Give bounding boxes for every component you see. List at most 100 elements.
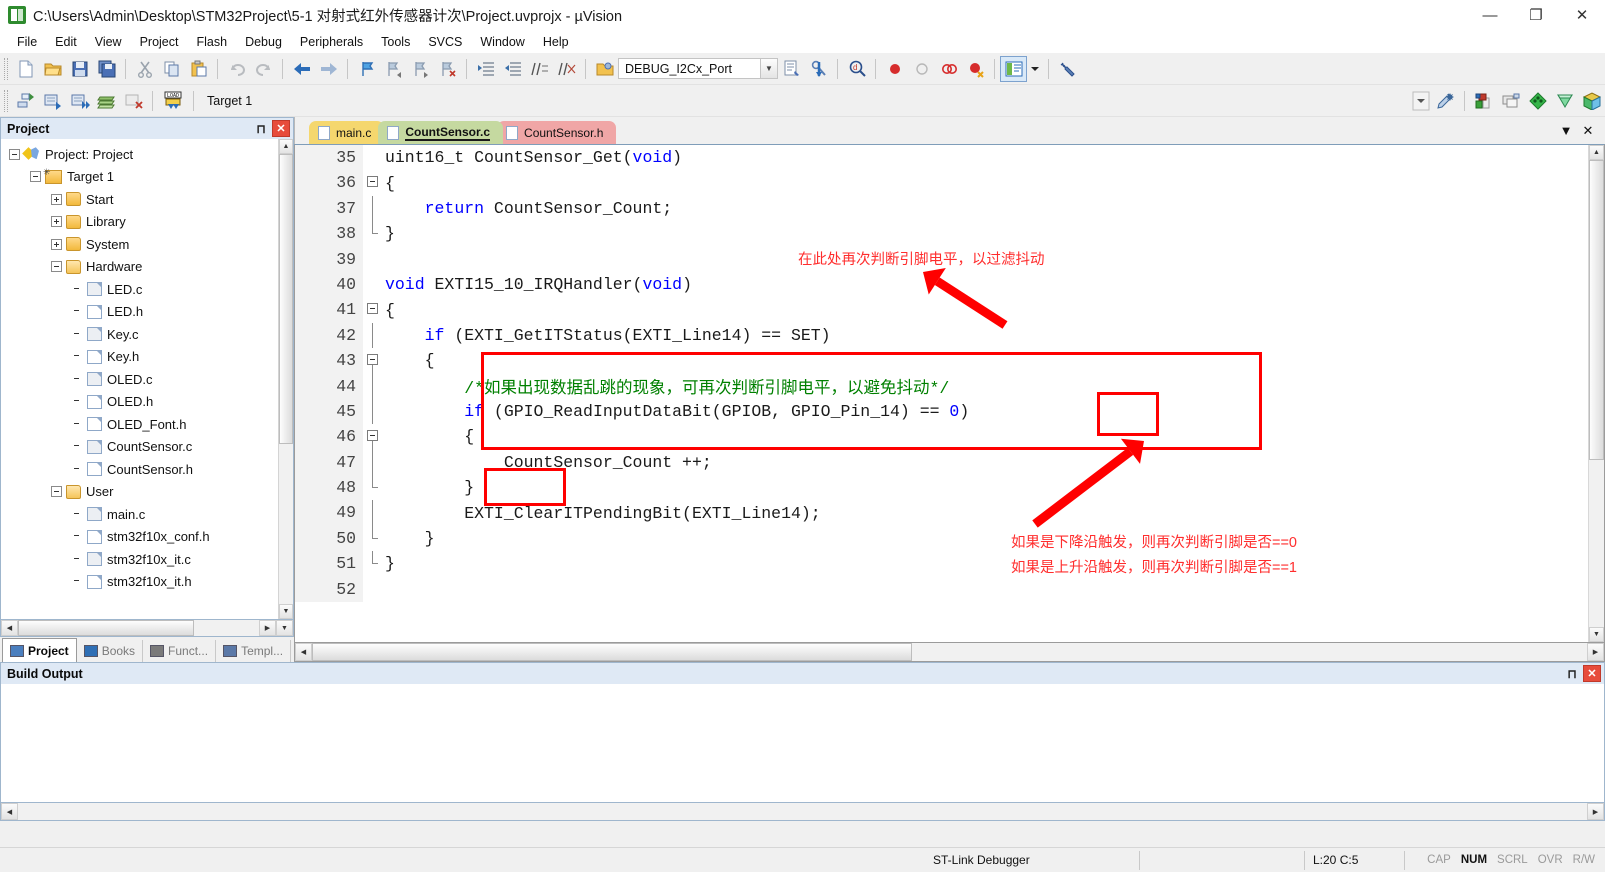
fold-margin[interactable] (363, 551, 385, 576)
fold-margin[interactable] (363, 348, 385, 375)
scroll-up-icon[interactable]: ▲ (1589, 145, 1604, 160)
fold-margin[interactable] (363, 145, 385, 170)
fold-collapse-icon[interactable] (367, 354, 378, 366)
bookmark-prev-icon[interactable] (380, 56, 407, 82)
outdent-icon[interactable] (499, 56, 526, 82)
configure-target-icon[interactable] (805, 56, 832, 82)
close-icon[interactable]: ✕ (1583, 665, 1601, 682)
editor-tab-main-c[interactable]: main.c (309, 121, 385, 144)
new-group-icon[interactable] (1524, 88, 1551, 114)
target-options-icon[interactable] (1432, 88, 1459, 114)
chevron-down-icon[interactable]: ▼ (1555, 121, 1577, 141)
scroll-right-icon[interactable]: ▶ (1587, 643, 1604, 661)
fold-margin[interactable] (363, 449, 385, 476)
pack-installer-icon[interactable] (1578, 88, 1605, 114)
manage-project-items-icon[interactable] (1497, 88, 1524, 114)
open-file-icon[interactable] (39, 56, 66, 82)
fold-margin[interactable] (363, 221, 385, 246)
scroll-thumb[interactable] (312, 643, 912, 661)
menu-edit[interactable]: Edit (46, 32, 86, 52)
fold-margin[interactable] (363, 322, 385, 349)
tree-expander-icon[interactable] (51, 193, 62, 205)
target-selector-value[interactable]: Target 1 (199, 94, 339, 108)
fold-collapse-icon[interactable] (367, 303, 378, 315)
project-tree[interactable]: Project: Project Target 1 Start Library Syst… (1, 139, 278, 619)
debug-port-combo[interactable]: DEBUG_I2Cx_Port ▼ (618, 58, 778, 79)
indent-icon[interactable] (472, 56, 499, 82)
fold-margin[interactable] (363, 398, 385, 425)
code-line[interactable]: 41 { (295, 297, 1588, 323)
tree-expander-icon[interactable] (51, 216, 62, 228)
tree-expander-icon[interactable] (51, 486, 62, 498)
tree-item[interactable]: System (5, 233, 278, 256)
download-icon[interactable]: LOAD (158, 88, 188, 114)
code-line[interactable]: 37 return CountSensor_Count; (295, 195, 1588, 222)
tree-item[interactable]: LED.h (5, 301, 278, 324)
scroll-track[interactable] (18, 803, 1587, 820)
scroll-left-icon[interactable]: ◀ (1, 803, 18, 820)
open-project-icon[interactable] (591, 56, 618, 82)
project-tree-vscrollbar[interactable]: ▲ ▼ (278, 139, 293, 619)
redo-icon[interactable] (250, 56, 277, 82)
fold-margin[interactable] (363, 247, 385, 272)
fold-margin[interactable] (363, 297, 385, 322)
tree-item[interactable]: Target 1 (5, 166, 278, 189)
tree-expander-icon[interactable] (51, 261, 62, 273)
tree-item[interactable]: stm32f10x_it.c (5, 548, 278, 571)
scroll-right-icon[interactable]: ▶ (1587, 803, 1604, 820)
breakpoint-toggle-icon[interactable] (935, 56, 962, 82)
project-tree-hscrollbar[interactable]: ◀ ▶ ▼ (0, 620, 294, 637)
fold-collapse-icon[interactable] (367, 176, 378, 188)
fold-margin[interactable] (363, 424, 385, 451)
code-line[interactable]: 36 { (295, 170, 1588, 196)
code-text-area[interactable]: 35 uint16_t CountSensor_Get(void) 36 {37 re… (295, 145, 1588, 642)
build-icon[interactable] (39, 88, 66, 114)
scroll-thumb[interactable] (279, 154, 293, 444)
tree-item[interactable]: OLED.c (5, 368, 278, 391)
tree-item[interactable]: Project: Project (5, 143, 278, 166)
uncomment-icon[interactable] (553, 56, 580, 82)
tree-item[interactable]: Start (5, 188, 278, 211)
project-window-icon[interactable] (1000, 55, 1027, 82)
project-tab-funct[interactable]: Funct... (143, 640, 217, 662)
scroll-up-icon[interactable]: ▲ (279, 139, 293, 154)
project-tab-templ[interactable]: Templ... (216, 640, 292, 662)
rebuild-icon[interactable] (66, 88, 93, 114)
tree-item[interactable]: CountSensor.c (5, 436, 278, 459)
scroll-left-icon[interactable]: ◀ (295, 643, 312, 661)
tree-expander-icon[interactable] (9, 148, 20, 160)
cut-icon[interactable] (131, 56, 158, 82)
copy-icon[interactable] (158, 56, 185, 82)
menu-peripherals[interactable]: Peripherals (291, 32, 372, 52)
configure-icon[interactable] (1054, 56, 1081, 82)
menu-view[interactable]: View (86, 32, 131, 52)
save-all-icon[interactable] (93, 56, 120, 82)
breakpoint-disable-icon[interactable] (908, 56, 935, 82)
fold-margin[interactable] (363, 373, 385, 399)
pin-icon[interactable]: ⊓ (1564, 666, 1580, 682)
tree-expander-icon[interactable] (30, 171, 41, 183)
scroll-down-icon[interactable]: ▼ (279, 604, 293, 619)
tree-item[interactable]: Library (5, 211, 278, 234)
code-line[interactable]: 42 if (EXTI_GetITStatus(EXTI_Line14) == … (295, 322, 1588, 349)
scroll-thumb[interactable] (1589, 160, 1604, 460)
tree-expander-icon[interactable] (51, 238, 62, 250)
new-class-icon[interactable] (1551, 88, 1578, 114)
code-line[interactable]: 51} (295, 551, 1588, 577)
code-line[interactable]: 35 uint16_t CountSensor_Get(void) (295, 145, 1588, 171)
fold-margin[interactable] (363, 272, 385, 297)
scroll-left-icon[interactable]: ◀ (1, 620, 18, 636)
fold-margin[interactable] (363, 577, 385, 602)
fold-margin[interactable] (363, 170, 385, 195)
fold-collapse-icon[interactable] (367, 430, 378, 442)
undo-icon[interactable] (223, 56, 250, 82)
find-in-files-icon[interactable]: d (843, 56, 870, 82)
tree-item[interactable]: Key.h (5, 346, 278, 369)
manage-components-icon[interactable] (1470, 88, 1497, 114)
menu-debug[interactable]: Debug (236, 32, 291, 52)
fold-margin[interactable] (363, 500, 385, 526)
scroll-thumb[interactable] (18, 620, 194, 636)
code-line[interactable]: 40 void EXTI15_10_IRQHandler(void) (295, 271, 1588, 298)
scroll-right-icon[interactable]: ▶ (259, 620, 276, 636)
tree-item[interactable]: Key.c (5, 323, 278, 346)
